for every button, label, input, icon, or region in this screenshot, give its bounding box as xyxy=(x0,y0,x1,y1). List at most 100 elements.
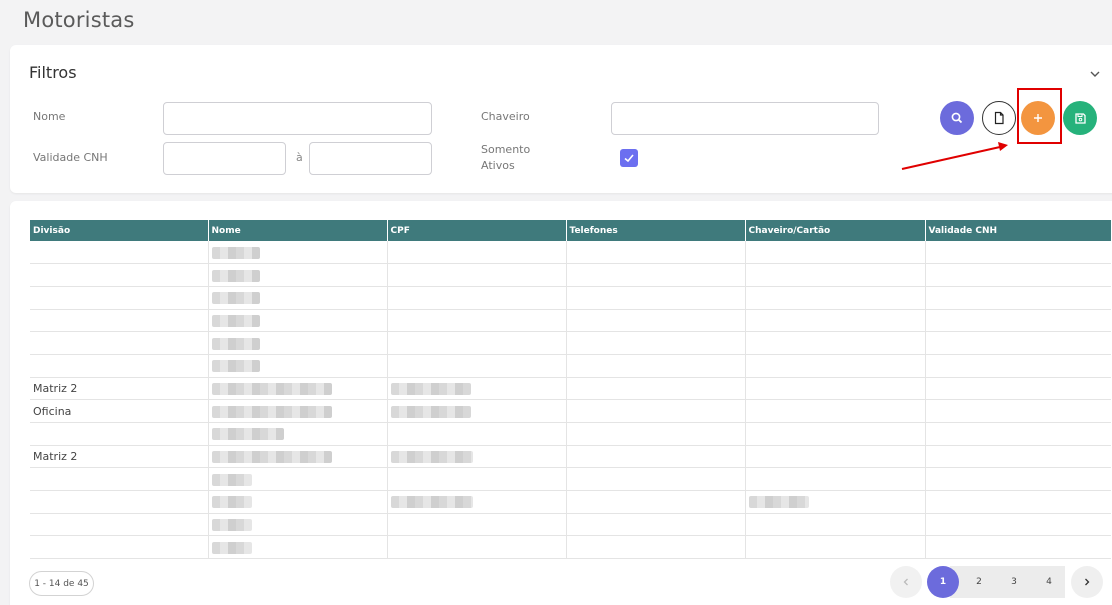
table-row[interactable] xyxy=(30,354,1111,378)
filters-title: Filtros xyxy=(29,63,77,82)
column-header-cpf[interactable]: CPF xyxy=(387,220,567,241)
redacted-name xyxy=(211,405,332,418)
cell-divisao: Matriz 2 xyxy=(30,445,209,469)
drivers-table-panel: Divisão Nome CPF Telefones Chaveiro/Cart… xyxy=(10,201,1112,605)
cell-cpf xyxy=(387,467,567,492)
cell-telefones xyxy=(566,241,746,265)
redacted-cpf xyxy=(390,451,473,464)
cell-validade xyxy=(925,286,1111,310)
redacted-name xyxy=(211,519,252,532)
cell-telefones xyxy=(566,286,746,310)
cell-chaveiro xyxy=(745,445,926,469)
cell-nome xyxy=(208,535,388,560)
cell-telefones xyxy=(566,535,746,560)
pagination-page-1[interactable]: 1 xyxy=(927,566,959,598)
cell-chaveiro xyxy=(745,286,926,310)
cell-divisao xyxy=(30,263,209,287)
table-row[interactable] xyxy=(30,513,1111,537)
table-row[interactable] xyxy=(30,241,1111,265)
cell-divisao xyxy=(30,331,209,355)
cell-chaveiro xyxy=(745,241,926,265)
cell-cpf xyxy=(387,263,567,287)
pagination-prev-button[interactable] xyxy=(890,566,922,598)
cell-validade xyxy=(925,490,1111,514)
cell-nome xyxy=(208,422,388,446)
cell-cpf xyxy=(387,445,567,469)
save-button[interactable] xyxy=(1063,101,1097,135)
redacted-name xyxy=(211,269,260,282)
export-document-button[interactable] xyxy=(982,101,1016,135)
table-row[interactable] xyxy=(30,467,1111,492)
cell-telefones xyxy=(566,513,746,537)
search-button[interactable] xyxy=(940,101,974,135)
redacted-name xyxy=(211,314,260,327)
cell-nome xyxy=(208,263,388,287)
table-row[interactable] xyxy=(30,263,1111,287)
cell-chaveiro xyxy=(745,354,926,378)
cell-nome xyxy=(208,354,388,378)
cell-divisao xyxy=(30,354,209,378)
add-button-highlight xyxy=(1017,88,1062,144)
chaveiro-input[interactable] xyxy=(611,102,879,135)
table-row[interactable] xyxy=(30,535,1111,560)
redacted-name xyxy=(211,541,252,554)
cell-divisao: Oficina xyxy=(30,399,209,423)
cell-cpf xyxy=(387,422,567,446)
column-header-validade-cnh[interactable]: Validade CNH xyxy=(925,220,1111,241)
cell-telefones xyxy=(566,445,746,469)
pagination-page-4[interactable]: 4 xyxy=(1033,566,1065,598)
chevron-left-icon xyxy=(903,578,908,586)
cell-divisao xyxy=(30,467,209,492)
page-title: Motoristas xyxy=(23,8,135,32)
table-row[interactable]: Oficina xyxy=(30,399,1111,423)
column-header-chaveiro-cartao[interactable]: Chaveiro/Cartão xyxy=(745,220,926,241)
column-header-telefones[interactable]: Telefones xyxy=(566,220,746,241)
cell-divisao: Matriz 2 xyxy=(30,377,209,401)
chevron-down-icon[interactable] xyxy=(1088,67,1102,81)
cell-validade xyxy=(925,241,1111,265)
validade-cnh-to-input[interactable] xyxy=(309,142,432,175)
cell-cpf xyxy=(387,331,567,355)
redacted-chaveiro xyxy=(748,496,809,509)
table-row[interactable]: Matriz 2 xyxy=(30,445,1111,469)
save-icon xyxy=(1074,112,1086,124)
redacted-name xyxy=(211,360,260,373)
cell-divisao xyxy=(30,309,209,333)
column-header-nome[interactable]: Nome xyxy=(208,220,388,241)
table-row[interactable] xyxy=(30,309,1111,333)
table-row[interactable]: Matriz 2 xyxy=(30,377,1111,401)
redacted-name xyxy=(211,451,332,464)
cell-cpf xyxy=(387,513,567,537)
cell-nome xyxy=(208,377,388,401)
cell-telefones xyxy=(566,422,746,446)
table-row[interactable] xyxy=(30,422,1111,446)
somente-ativos-label-line1: Somento xyxy=(481,143,531,156)
cell-validade xyxy=(925,331,1111,355)
redacted-cpf xyxy=(390,405,471,418)
cell-nome xyxy=(208,467,388,492)
validade-cnh-label: Validade CNH xyxy=(33,151,108,164)
cell-telefones xyxy=(566,490,746,514)
validade-cnh-from-input[interactable] xyxy=(163,142,286,175)
cell-nome xyxy=(208,241,388,265)
table-row[interactable] xyxy=(30,331,1111,355)
pagination-next-button[interactable] xyxy=(1071,566,1103,598)
redacted-name xyxy=(211,473,252,486)
nome-input[interactable] xyxy=(163,102,432,135)
search-icon xyxy=(951,112,963,124)
cell-validade xyxy=(925,354,1111,378)
cell-validade xyxy=(925,263,1111,287)
redacted-name xyxy=(211,337,260,350)
cell-cpf xyxy=(387,309,567,333)
table-row[interactable] xyxy=(30,286,1111,310)
column-header-divisao[interactable]: Divisão xyxy=(30,220,209,241)
cell-divisao xyxy=(30,286,209,310)
pagination-page-2[interactable]: 2 xyxy=(963,566,995,598)
cell-nome xyxy=(208,445,388,469)
cell-validade xyxy=(925,377,1111,401)
pagination-page-3[interactable]: 3 xyxy=(998,566,1030,598)
cell-telefones xyxy=(566,354,746,378)
somente-ativos-checkbox[interactable] xyxy=(620,149,638,167)
table-row[interactable] xyxy=(30,490,1111,514)
cell-chaveiro xyxy=(745,263,926,287)
